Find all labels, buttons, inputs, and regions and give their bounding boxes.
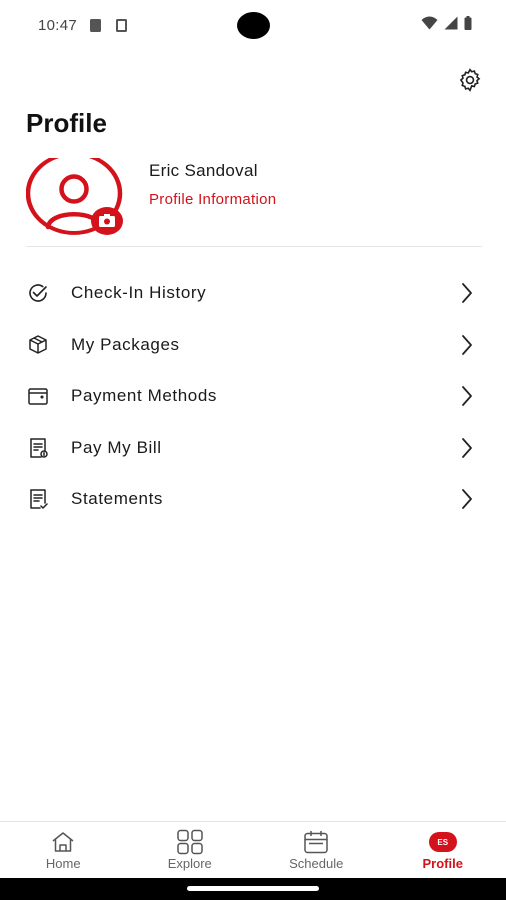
statement-icon (30, 489, 48, 509)
settings-button[interactable] (456, 66, 484, 94)
divider (26, 246, 482, 247)
calendar-icon (301, 829, 331, 855)
menu-item-check-in-history[interactable]: Check-In History (0, 267, 506, 319)
profile-header: Eric Sandoval Profile Information (25, 151, 482, 248)
chevron-right-icon (462, 386, 472, 406)
nav-item-home[interactable]: Home (0, 822, 127, 878)
menu-item-statements[interactable]: Statements (0, 473, 506, 525)
menu-item-label: Check-In History (71, 283, 207, 302)
signal-icon (444, 16, 458, 30)
nav-label: Profile (422, 856, 463, 871)
home-icon (48, 829, 78, 855)
bottom-nav: Home Explore Schedule ES Profile (0, 821, 506, 878)
gesture-bar (0, 878, 506, 900)
home-indicator[interactable] (187, 886, 319, 891)
profile-information-link[interactable]: Profile Information (149, 191, 276, 208)
menu-item-my-packages[interactable]: My Packages (0, 319, 506, 371)
chevron-right-icon (462, 437, 472, 458)
nav-item-profile[interactable]: ES Profile (380, 822, 506, 878)
nav-item-explore[interactable]: Explore (127, 822, 254, 878)
wallet-icon (28, 388, 48, 405)
chevron-right-icon (462, 334, 472, 355)
battery-icon (464, 16, 472, 30)
profile-badge: ES (428, 829, 458, 855)
camera-cutout (237, 12, 270, 39)
nav-label: Schedule (289, 856, 344, 871)
sim-icon (90, 19, 101, 32)
nav-item-schedule[interactable]: Schedule (253, 822, 380, 878)
menu-item-label: Payment Methods (71, 386, 218, 405)
menu-item-payment-methods[interactable]: Payment Methods (0, 370, 506, 422)
chevron-right-icon (462, 489, 472, 509)
menu-list: Check-In History My Packages Payment Met… (0, 267, 506, 525)
wifi-icon (421, 16, 438, 30)
menu-item-label: Statements (71, 489, 163, 508)
notification-icon (116, 19, 127, 32)
grid-icon (175, 829, 205, 855)
menu-item-label: Pay My Bill (71, 437, 162, 457)
avatar-initials: ES (428, 832, 457, 852)
status-time: 10:47 (38, 17, 78, 34)
page-title: Profile (26, 108, 107, 138)
avatar[interactable] (25, 151, 124, 240)
nav-label: Explore (167, 856, 212, 871)
menu-item-label: My Packages (71, 334, 180, 354)
bill-icon (30, 437, 48, 458)
user-name: Eric Sandoval (149, 161, 258, 180)
status-bar: 10:47 (0, 0, 506, 52)
status-icons (421, 16, 472, 30)
gear-icon (459, 68, 481, 92)
check-circle-icon (29, 284, 47, 302)
chevron-right-icon (462, 283, 472, 303)
nav-label: Home (45, 856, 81, 871)
menu-item-pay-my-bill[interactable]: Pay My Bill (0, 422, 506, 474)
camera-icon[interactable] (90, 206, 124, 236)
package-icon (29, 334, 47, 354)
